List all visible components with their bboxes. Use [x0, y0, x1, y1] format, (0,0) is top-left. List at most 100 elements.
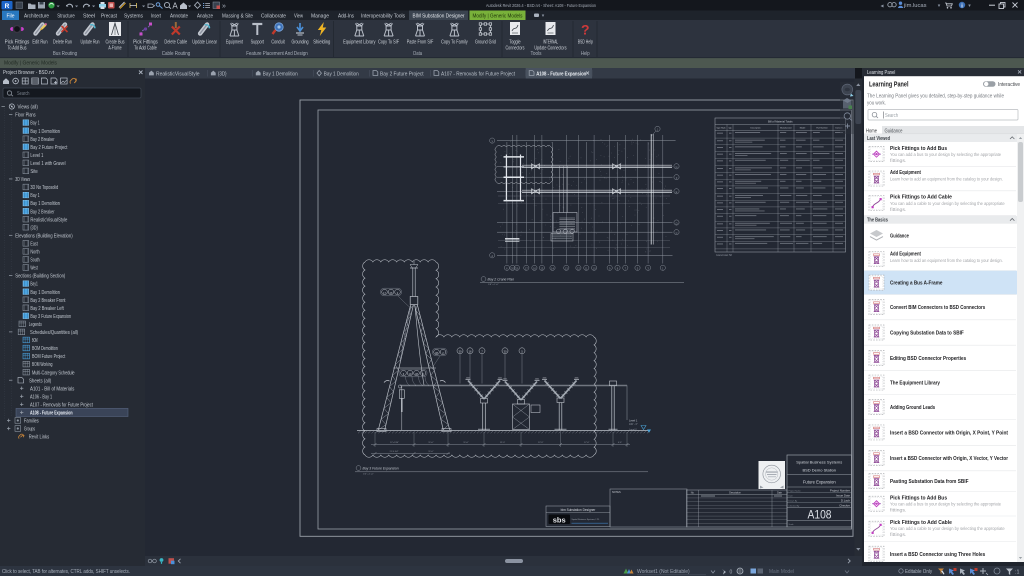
svg-text:Bay 1 Demolition: Bay 1 Demolition [30, 201, 60, 207]
svg-text::1: :1 [1015, 570, 1020, 576]
svg-text:Manage: Manage [311, 13, 329, 19]
svg-text:A107 - Removals for Future Pro: A107 - Removals for Future Project [30, 402, 93, 408]
svg-text:A108 - Future Expansion: A108 - Future Expansion [30, 411, 73, 417]
svg-text:Modify | Generic Models: Modify | Generic Models [4, 61, 57, 67]
svg-text:Drawn By: Drawn By [789, 501, 798, 503]
svg-text:You can add a bus to your desi: You can add a bus to your design by sele… [890, 502, 1001, 508]
svg-text:A101 - Bill of Materials: A101 - Bill of Materials [30, 386, 75, 392]
svg-text:jim.lucas: jim.lucas [903, 3, 927, 9]
svg-text:BIM Substation Designer: BIM Substation Designer [413, 13, 465, 19]
svg-text:Last Viewed: Last Viewed [867, 136, 890, 142]
svg-text:Convert BIM Connectors to BSD: Convert BIM Connectors to BSD Connectors [890, 305, 985, 311]
svg-text:Search: Search [17, 91, 30, 97]
svg-text:No.: No. [691, 492, 695, 494]
svg-text:Editing BSD Connector Properti: Editing BSD Connector Properties [890, 356, 966, 362]
svg-text:Shielding: Shielding [313, 40, 330, 46]
svg-text:Collaborate: Collaborate [261, 13, 286, 19]
svg-text:Floor Plans: Floor Plans [15, 113, 36, 119]
svg-text:The Learning Panel gives you d: The Learning Panel gives you detailed, s… [867, 94, 1004, 100]
svg-text:Guidance: Guidance [885, 128, 903, 134]
svg-text:Delete Cable: Delete Cable [164, 40, 187, 46]
svg-text:East: East [30, 241, 38, 247]
svg-text:Learn how to add an equipment: Learn how to add an equipment from the c… [890, 258, 1003, 264]
svg-text:Tools: Tools [531, 51, 542, 57]
svg-text:Add-Ins: Add-Ins [338, 13, 354, 19]
svg-text:Equipment Library: Equipment Library [343, 40, 376, 46]
svg-text:Project Number: Project Number [830, 489, 850, 493]
svg-text:Modify | Generic Models: Modify | Generic Models [473, 13, 523, 19]
svg-text:»: » [222, 3, 226, 10]
svg-text:Pick Fittings: Pick Fittings [133, 40, 158, 46]
svg-text:Sections (Building Section): Sections (Building Section) [15, 274, 65, 280]
svg-text:◂: ◂ [880, 3, 883, 9]
svg-text:NOTES: NOTES [612, 491, 621, 494]
svg-text:Copy To Family: Copy To Family [441, 40, 468, 46]
svg-text:Bay 2 Breaker Front: Bay 2 Breaker Front [30, 298, 65, 304]
svg-text:16: 16 [468, 350, 472, 354]
svg-text:11'-0": 11'-0" [428, 442, 433, 444]
svg-text:Ground Grid: Ground Grid [475, 40, 496, 46]
svg-text:1/4" = 1'-0": 1/4" = 1'-0" [363, 474, 374, 476]
svg-text:BOM Demolition: BOM Demolition [32, 346, 58, 352]
svg-text:Steel: Steel [83, 13, 95, 19]
svg-text:BOM: BOM [32, 338, 38, 344]
svg-text:Description: Description [750, 127, 760, 130]
svg-text:A108 - Future Expansion: A108 - Future Expansion [536, 72, 586, 78]
svg-text:Adding Ground Leads: Adding Ground Leads [890, 405, 935, 411]
svg-text:Support: Support [251, 40, 265, 46]
svg-text:Precast: Precast [101, 13, 117, 19]
svg-text:BOM Working: BOM Working [32, 362, 52, 368]
svg-text:Project Browser - BSD.rvt: Project Browser - BSD.rvt [3, 70, 54, 76]
svg-text:Sheets (all): Sheets (all) [29, 378, 51, 384]
svg-text:Architecture: Architecture [24, 13, 49, 19]
svg-text:A: A [172, 2, 178, 11]
svg-text:Insert a BSD Connector with Or: Insert a BSD Connector with Origin, X Po… [890, 430, 1008, 436]
svg-text:you work.: you work. [867, 101, 886, 107]
svg-text:Future Expansion: Future Expansion [803, 480, 836, 485]
svg-text:Conduit: Conduit [271, 40, 285, 46]
svg-text:{3D}: {3D} [218, 72, 227, 78]
svg-text:Site: Site [30, 169, 37, 175]
svg-text:Workset1 (Not Editable): Workset1 (Not Editable) [637, 569, 690, 575]
svg-text:Manufacturer: Manufacturer [780, 127, 792, 130]
svg-text:Bay 2 Breaker: Bay 2 Breaker [30, 137, 54, 143]
svg-text:Insert: Insert [151, 13, 161, 19]
svg-text:Multi-Category Schedule: Multi-Category Schedule [32, 370, 75, 376]
svg-text:You can add a bus to your desi: You can add a bus to your design by sele… [890, 152, 1001, 158]
svg-text:Update Linear: Update Linear [192, 40, 217, 46]
svg-text:Pick Fittings to Add Cable: Pick Fittings to Add Cable [890, 195, 952, 201]
svg-text:Copying Substation Data to SBI: Copying Substation Data to SBIF [890, 331, 964, 337]
svg-text:INTERNAL: INTERNAL [543, 40, 558, 46]
svg-text:Part Number: Part Number [816, 127, 828, 130]
svg-text:To Add Bus: To Add Bus [8, 46, 27, 52]
svg-text:Families: Families [24, 419, 39, 425]
svg-text:C: C [676, 231, 678, 235]
svg-text:Add Equipment: Add Equipment [890, 252, 921, 258]
svg-text:North: North [30, 250, 39, 256]
svg-text:Project Name: Project Name [789, 490, 802, 493]
svg-text:Bay 1 Demolition: Bay 1 Demolition [263, 72, 298, 78]
svg-text:To Add Cable: To Add Cable [134, 46, 157, 52]
svg-text:Schedules/Quantities (all): Schedules/Quantities (all) [30, 330, 78, 336]
svg-text:RealisticVisualStyle: RealisticVisualStyle [156, 72, 200, 78]
svg-text:Checker: Checker [839, 504, 850, 508]
svg-text:11'-6": 11'-6" [463, 442, 468, 444]
svg-text:12'-9": 12'-9" [538, 442, 544, 444]
svg-text:Autodesk Revit 2026.4 - BSD.rv: Autodesk Revit 2026.4 - BSD.rvt - Sheet:… [486, 3, 596, 9]
svg-text:Spatial Business Systems, LTD: Spatial Business Systems, LTD [572, 518, 600, 521]
svg-text:Bay 2 Breaker: Bay 2 Breaker [30, 209, 54, 215]
svg-text:A106 - Bay 1: A106 - Bay 1 [30, 394, 52, 400]
svg-text:17'-0": 17'-0" [584, 442, 590, 444]
svg-text:sbs: sbs [553, 515, 566, 524]
svg-text:You can add a cable to your de: You can add a cable to your design by se… [890, 201, 1005, 207]
svg-text:Elevations (Building Elevation: Elevations (Building Elevation) [15, 233, 72, 239]
svg-text:BSD Demo Station: BSD Demo Station [802, 468, 836, 473]
svg-text:Click to select, TAB for alter: Click to select, TAB for alternates, CTR… [2, 569, 130, 575]
svg-text:Issue Date: Issue Date [836, 494, 850, 498]
svg-text:Revit Links: Revit Links [29, 435, 50, 441]
svg-text:Add Equipment: Add Equipment [890, 170, 921, 176]
svg-text:Views (all): Views (all) [18, 105, 39, 111]
svg-text:Bay 1: Bay 1 [30, 193, 39, 199]
svg-text:D.Lach: D.Lach [841, 499, 851, 503]
svg-text:bim Substation Designer: bim Substation Designer [561, 508, 597, 512]
